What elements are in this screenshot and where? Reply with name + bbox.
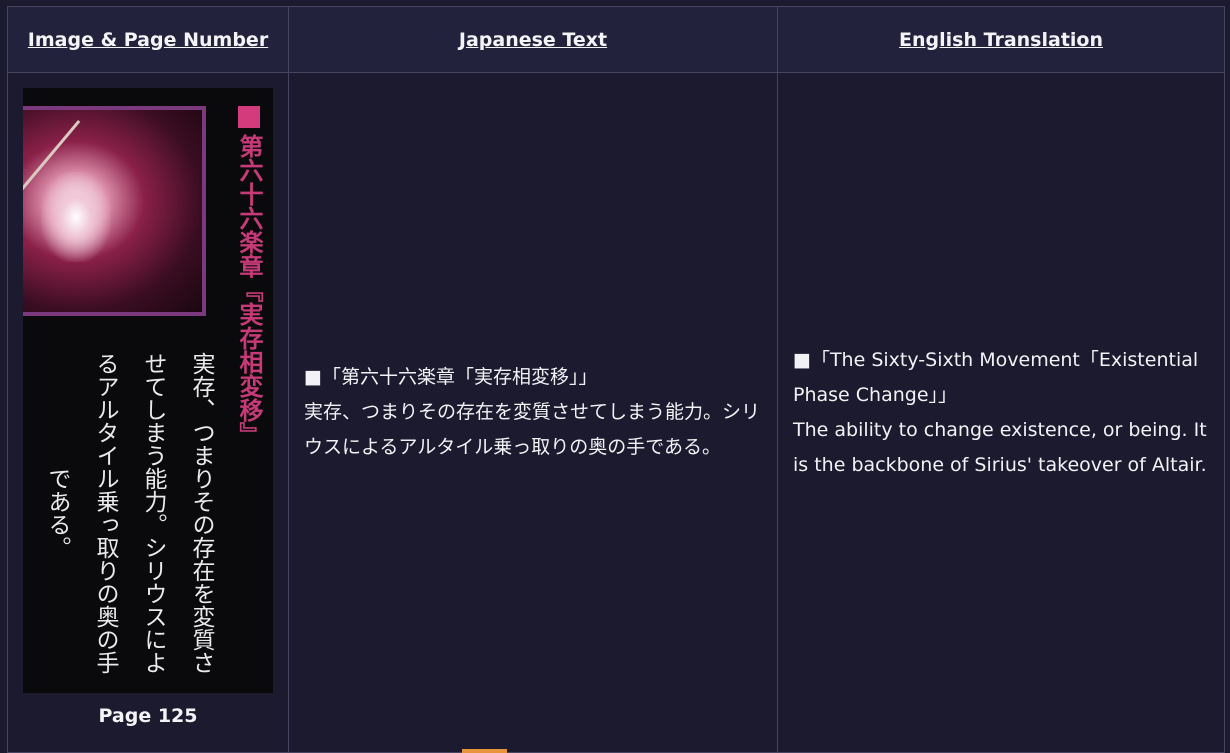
english-line-2: The ability to change existence, or bein… [793, 418, 1207, 476]
scan-image[interactable]: 第六十六楽章『実存相変移』 実存、つまりその存在を変質させてしまう能力。シリウス… [23, 88, 273, 693]
square-icon [238, 106, 260, 128]
japanese-text-cell: ■「第六十六楽章「実存相変移」」 実存、つまりその存在を変質させてしまう能力。シ… [288, 72, 778, 753]
scan-art-highlight [41, 172, 111, 262]
header-image-page: Image & Page Number [7, 6, 289, 73]
scroll-to-top-tab[interactable] [462, 749, 507, 753]
image-cell: 第六十六楽章『実存相変移』 実存、つまりその存在を変質させてしまう能力。シリウス… [7, 72, 289, 753]
header-english-translation: English Translation [777, 6, 1225, 73]
page-number: Page 125 [98, 705, 198, 727]
table-row: 第六十六楽章『実存相変移』 実存、つまりその存在を変質させてしまう能力。シリウス… [7, 72, 1225, 753]
translation-table: Image & Page Number Japanese Text Englis… [7, 6, 1225, 753]
scan-title: 第六十六楽章『実存相変移』 [235, 106, 263, 446]
english-text-cell: ■「The Sixty-Sixth Movement「Existential P… [777, 72, 1225, 753]
header-row: Image & Page Number Japanese Text Englis… [7, 6, 1225, 73]
scan-body-text: 実存、つまりその存在を変質させてしまう能力。シリウスによるアルタイル乗っ取りの奥… [44, 352, 214, 674]
header-japanese-text: Japanese Text [288, 6, 778, 73]
japanese-line-2: 実存、つまりその存在を変質させてしまう能力。シリウスによるアルタイル乗っ取りの奥… [304, 401, 761, 458]
scan-artwork [23, 106, 206, 316]
english-line-1: ■「The Sixty-Sixth Movement「Existential P… [793, 348, 1199, 406]
japanese-line-1: ■「第六十六楽章「実存相変移」」 [304, 366, 598, 388]
scan-title-text: 第六十六楽章『実存相変移』 [235, 134, 263, 446]
